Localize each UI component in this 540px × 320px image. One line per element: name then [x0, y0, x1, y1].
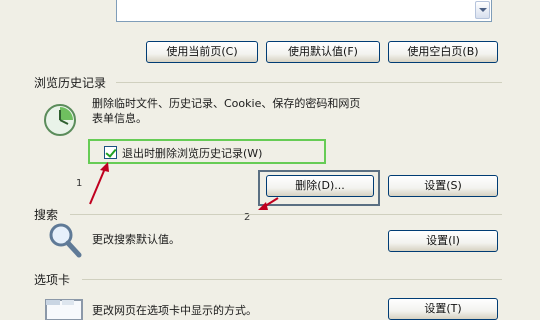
search-settings-button[interactable]: 设置(I): [388, 230, 498, 252]
scroll-down-button[interactable]: [475, 1, 490, 19]
delete-history-button[interactable]: 删除(D)...: [266, 175, 374, 197]
homepage-textarea[interactable]: [116, 0, 492, 22]
magnifier-icon: [49, 223, 82, 258]
tabs-window-icon: [45, 299, 83, 320]
tabs-description: 更改网页在选项卡中显示的方式。: [92, 304, 257, 317]
history-settings-button[interactable]: 设置(S): [388, 175, 498, 197]
annotation-arrow-2: [258, 197, 279, 210]
use-blank-button[interactable]: 使用空白页(B): [388, 41, 498, 63]
search-divider: [70, 214, 502, 215]
use-current-page-button[interactable]: 使用当前页(C): [146, 41, 258, 63]
tabs-section-title: 选项卡: [34, 273, 71, 287]
tabs-divider: [82, 279, 502, 280]
use-default-button[interactable]: 使用默认值(F): [266, 41, 380, 63]
annotation-arrow-1: [89, 162, 109, 205]
history-description-line1: 删除临时文件、历史记录、Cookie、保存的密码和网页: [92, 97, 361, 110]
history-clock-icon: [44, 104, 76, 136]
delete-on-exit-checkbox[interactable]: [104, 146, 117, 159]
delete-on-exit-label[interactable]: 退出时删除浏览历史记录(W): [122, 145, 262, 161]
search-description: 更改搜索默认值。: [92, 233, 180, 246]
annotation-step1-number: 1: [76, 178, 83, 189]
tabs-settings-button[interactable]: 设置(T): [388, 298, 498, 320]
search-section-title: 搜索: [34, 208, 59, 222]
history-description-line2: 表单信息。: [92, 112, 147, 125]
history-divider: [116, 82, 502, 83]
history-section-title: 浏览历史记录: [34, 76, 107, 90]
